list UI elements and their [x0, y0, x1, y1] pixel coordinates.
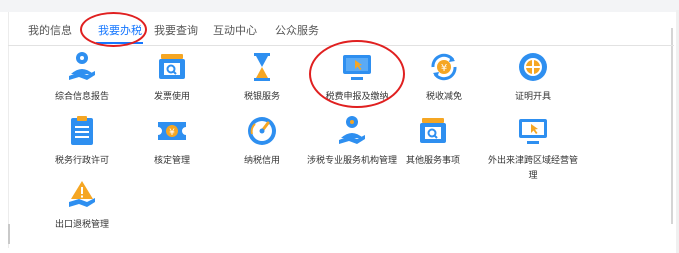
item-label: 税银服务: [243, 92, 280, 102]
monitor-cursor-icon: [340, 50, 374, 84]
svg-text:¥: ¥: [169, 128, 175, 138]
export-warning-icon: [65, 178, 99, 212]
right-scrollbar-track[interactable]: [671, 28, 673, 224]
clipboard-list-icon: [65, 114, 99, 148]
page-top-band: [0, 0, 679, 12]
item-label: 出口退税管理: [54, 220, 109, 230]
hourglass-icon: [245, 50, 279, 84]
globe-certificate-icon: [516, 50, 550, 84]
user-agency-icon: [335, 114, 369, 148]
svg-text:¥: ¥: [441, 63, 447, 74]
item-label: 证明开具: [514, 92, 551, 102]
tab-public-service[interactable]: 公众服务: [275, 22, 319, 38]
yen-refresh-icon: ¥: [427, 50, 461, 84]
tab-tax-handling[interactable]: 我要办税: [98, 22, 142, 38]
monitor-cross-region-icon: [516, 114, 550, 148]
invoice-printer-icon: [155, 50, 189, 84]
tab-interaction-center[interactable]: 互动中心: [213, 22, 257, 38]
item-label: 其他服务事项: [405, 156, 460, 166]
main-tab-bar: 我的信息 我要办税 我要查询 互动中心 公众服务: [8, 12, 674, 46]
active-tab-underline: [96, 42, 143, 44]
printer-service-icon: [416, 114, 450, 148]
left-scroll-edge: [8, 224, 10, 244]
tab-my-info[interactable]: 我的信息: [28, 22, 72, 38]
user-report-icon: [65, 50, 99, 84]
gauge-icon: [245, 114, 279, 148]
yen-ticket-icon: ¥: [155, 114, 189, 148]
tab-query[interactable]: 我要查询: [154, 22, 198, 38]
item-label: 外出来津跨区域经营管理: [488, 156, 579, 181]
